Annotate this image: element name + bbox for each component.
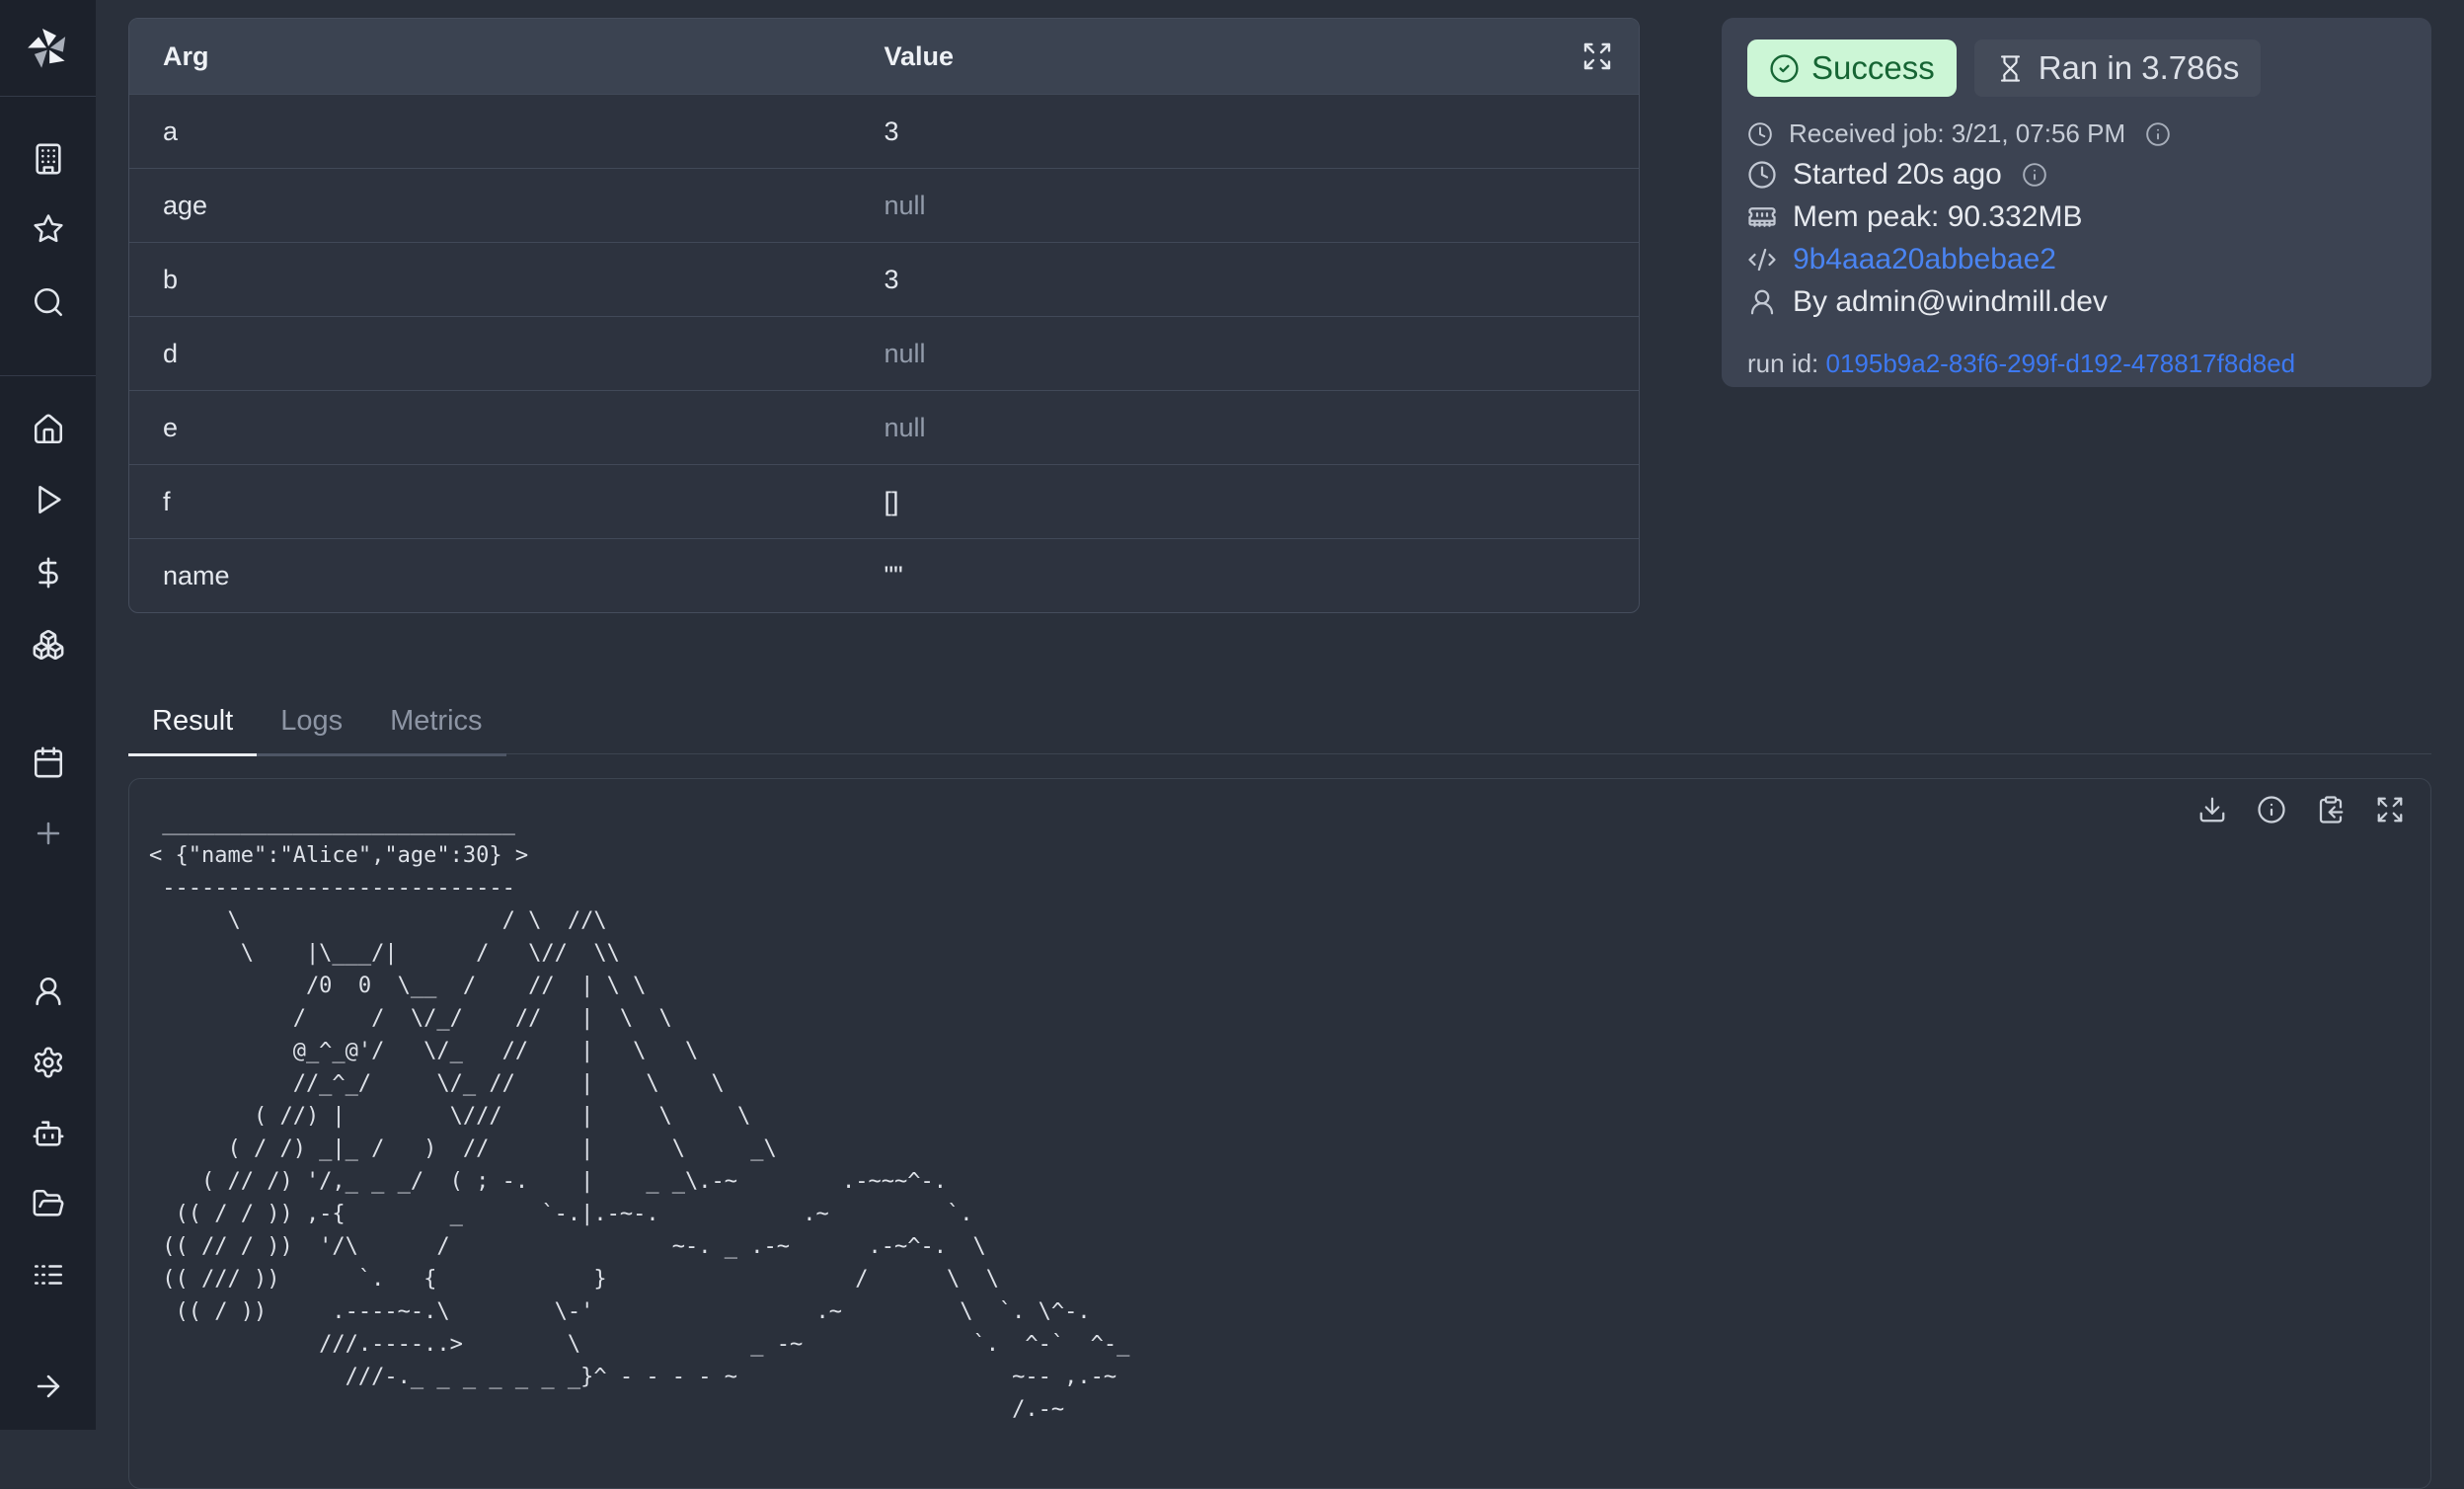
mem-peak-text: Mem peak: 90.332MB <box>1793 200 2082 234</box>
result-toolbar <box>2197 795 2405 824</box>
schedules-icon[interactable] <box>32 745 65 779</box>
arg-name: f <box>129 487 885 517</box>
arg-value: null <box>885 413 1640 443</box>
code-icon <box>1747 245 1777 274</box>
arg-value: "" <box>885 561 1640 591</box>
resources-icon[interactable] <box>32 628 65 662</box>
args-table: Arg Value a 3 age null b 3 d null e null… <box>128 18 1640 613</box>
received-text: Received job: 3/21, 07:56 PM <box>1789 118 2125 149</box>
audit-logs-icon[interactable] <box>32 1258 65 1292</box>
status-badge-label: Success <box>1811 49 1935 87</box>
ascii-art-result: ___________________________ < {"name":"A… <box>149 807 1129 1426</box>
arg-value: null <box>885 339 1640 369</box>
created-by-line: By admin@windmill.dev <box>1747 285 2406 319</box>
result-tabbar: Result Logs Metrics <box>128 693 2431 754</box>
hourglass-icon <box>1996 54 2025 83</box>
arg-name: age <box>129 191 885 221</box>
table-row: f [] <box>129 464 1639 538</box>
windmill-run-page: { "sidebar": { "icons": ["windmill-logo"… <box>0 0 2464 1430</box>
sidebar-divider <box>0 375 96 376</box>
tab-metrics[interactable]: Metrics <box>366 691 505 756</box>
favorites-icon[interactable] <box>32 212 65 246</box>
arg-name: d <box>129 339 885 369</box>
expand-args-icon[interactable] <box>1581 40 1613 72</box>
workers-icon[interactable] <box>32 1117 65 1150</box>
workspace-icon[interactable] <box>32 142 65 176</box>
table-row: b 3 <box>129 242 1639 316</box>
windmill-logo[interactable] <box>25 24 72 71</box>
runs-icon[interactable] <box>32 483 65 516</box>
arg-name: e <box>129 413 885 443</box>
arg-value: null <box>885 191 1640 221</box>
arg-value: 3 <box>885 265 1640 295</box>
expand-result-icon[interactable] <box>2375 795 2405 824</box>
script-hash-link[interactable]: 9b4aaa20abbebae2 <box>1793 243 2056 276</box>
table-row: name "" <box>129 538 1639 612</box>
table-row: d null <box>129 316 1639 390</box>
arg-name: a <box>129 117 885 147</box>
script-hash-line: 9b4aaa20abbebae2 <box>1747 243 2406 276</box>
run-id-label: run id: <box>1747 349 1826 378</box>
mem-peak-line: Mem peak: 90.332MB <box>1747 200 2406 234</box>
job-status-panel: Success Ran in 3.786s Received job: 3/21… <box>1722 18 2431 387</box>
search-icon[interactable] <box>32 285 65 319</box>
started-text: Started 20s ago <box>1793 158 2002 192</box>
clock-icon <box>1747 160 1777 190</box>
arg-value: 3 <box>885 117 1640 147</box>
download-icon[interactable] <box>2197 795 2227 824</box>
plus-icon[interactable] <box>32 817 65 850</box>
created-by-text: By admin@windmill.dev <box>1793 285 2108 319</box>
tab-logs[interactable]: Logs <box>257 691 366 756</box>
received-line: Received job: 3/21, 07:56 PM <box>1747 118 2406 149</box>
copy-to-clipboard-icon[interactable] <box>2316 795 2346 824</box>
clock-icon <box>1747 121 1773 147</box>
expand-sidebar-icon[interactable] <box>32 1370 65 1403</box>
run-id-link[interactable]: 0195b9a2-83f6-299f-d192-478817f8d8ed <box>1826 349 2296 378</box>
arg-value: [] <box>885 487 1640 517</box>
arg-name: name <box>129 561 885 591</box>
info-icon[interactable] <box>2257 795 2286 824</box>
info-icon[interactable] <box>2145 121 2171 147</box>
folders-icon[interactable] <box>32 1187 65 1220</box>
duration-chip: Ran in 3.786s <box>1974 39 2262 97</box>
variables-icon[interactable] <box>32 556 65 589</box>
column-header-value: Value <box>885 41 1640 72</box>
user-icon <box>1747 287 1777 317</box>
arg-name: b <box>129 265 885 295</box>
info-icon[interactable] <box>2022 162 2047 188</box>
status-badge: Success <box>1747 39 1957 97</box>
gear-icon[interactable] <box>32 1046 65 1079</box>
tab-result[interactable]: Result <box>128 691 257 756</box>
sidebar-divider <box>0 96 96 97</box>
table-row: age null <box>129 168 1639 242</box>
table-row: e null <box>129 390 1639 464</box>
table-row: a 3 <box>129 94 1639 168</box>
sidebar <box>0 0 96 1430</box>
duration-label: Ran in 3.786s <box>2039 49 2240 87</box>
column-header-arg: Arg <box>129 41 885 72</box>
check-circle-icon <box>1769 53 1800 84</box>
home-icon[interactable] <box>32 413 65 446</box>
args-table-header: Arg Value <box>129 19 1639 94</box>
memory-stick-icon <box>1747 202 1777 232</box>
result-panel: ___________________________ < {"name":"A… <box>128 778 2431 1489</box>
users-icon[interactable] <box>32 975 65 1008</box>
started-line: Started 20s ago <box>1747 158 2406 192</box>
run-id-line: run id: 0195b9a2-83f6-299f-d192-478817f8… <box>1747 349 2406 379</box>
